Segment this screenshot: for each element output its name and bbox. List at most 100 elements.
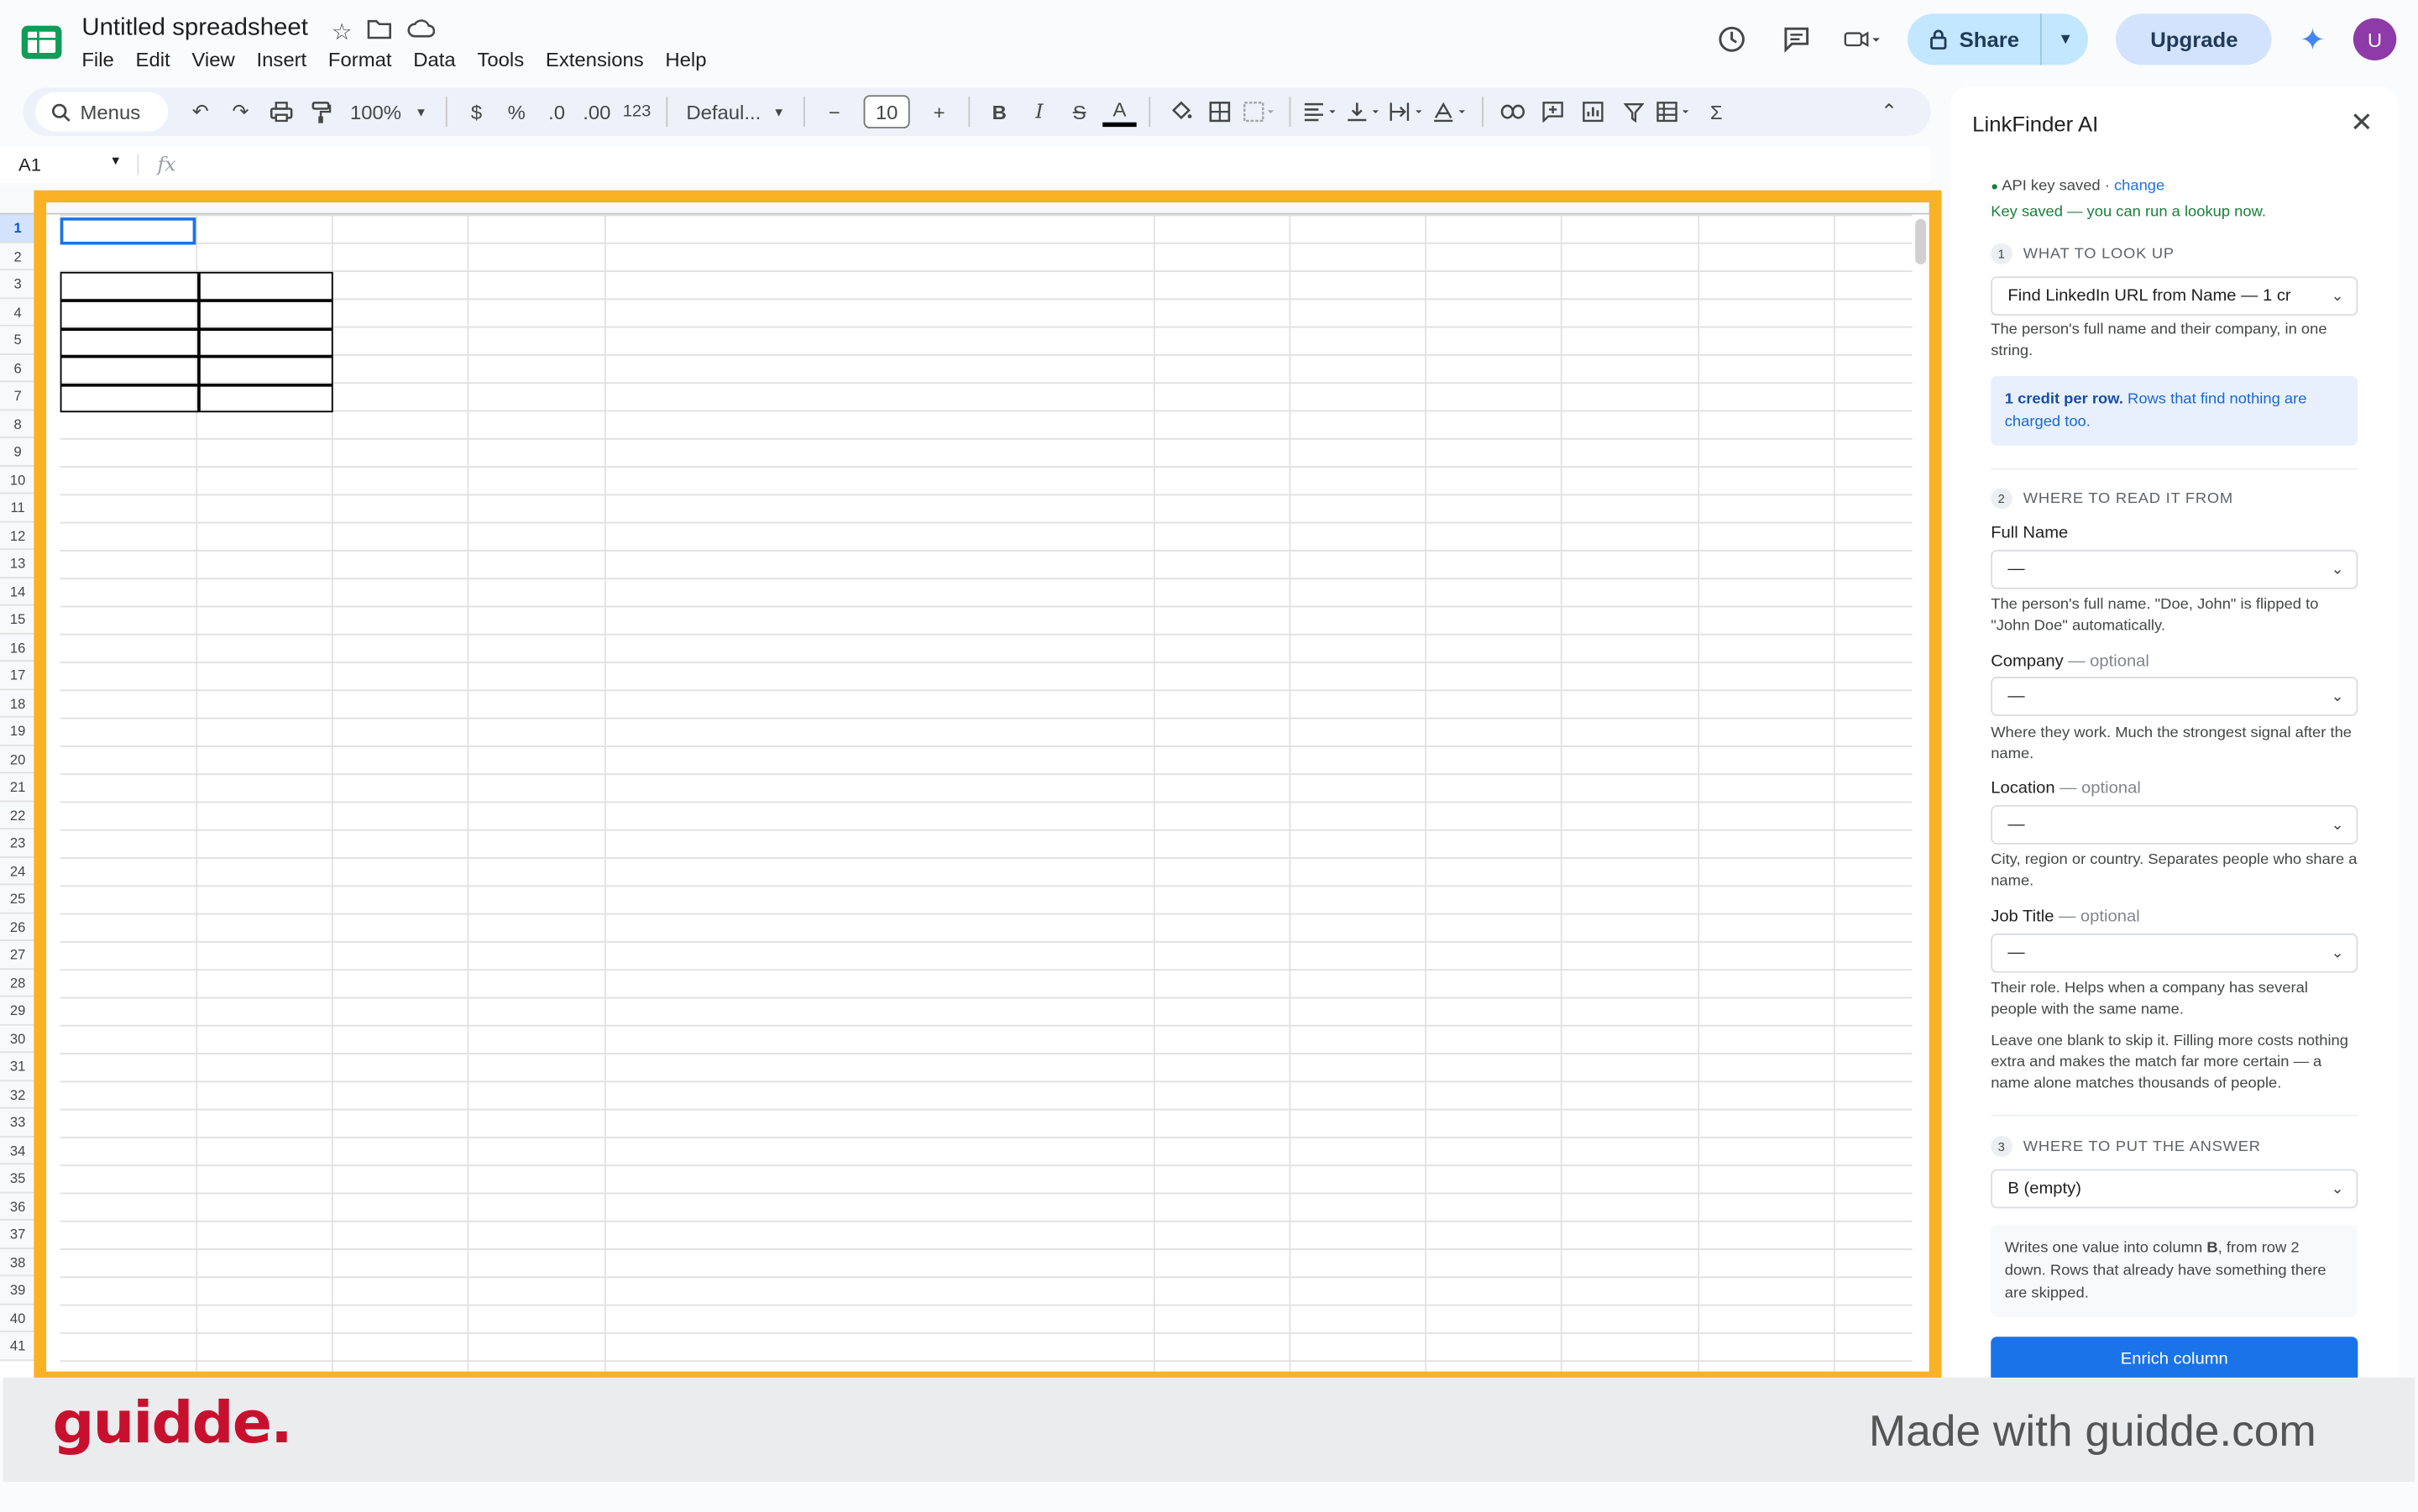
- full-name-select[interactable]: — ⌄: [1991, 549, 2358, 589]
- currency-format-button[interactable]: $: [459, 94, 493, 130]
- row-number[interactable]: 31: [0, 1053, 36, 1081]
- row-number[interactable]: 36: [0, 1192, 36, 1221]
- row-number[interactable]: 19: [0, 718, 36, 746]
- job-title-select[interactable]: — ⌄: [1991, 933, 2358, 973]
- enrich-column-button[interactable]: Enrich column: [1991, 1337, 2358, 1383]
- row-number[interactable]: 15: [0, 605, 36, 634]
- row-number[interactable]: 41: [0, 1332, 36, 1361]
- row-number[interactable]: 20: [0, 746, 36, 774]
- filter-icon[interactable]: [1616, 94, 1650, 130]
- output-column-select[interactable]: B (empty) ⌄: [1991, 1169, 2358, 1209]
- row-number[interactable]: 3: [0, 270, 36, 299]
- vertical-align-icon[interactable]: [1346, 94, 1383, 130]
- vertical-scrollbar[interactable]: [1915, 218, 1927, 264]
- selected-cell-a1[interactable]: [60, 217, 196, 245]
- row-number[interactable]: 18: [0, 689, 36, 718]
- close-icon[interactable]: ✕: [2350, 107, 2374, 139]
- increase-decimal-button[interactable]: .00: [580, 94, 614, 130]
- paint-format-icon[interactable]: [304, 94, 338, 130]
- company-select[interactable]: — ⌄: [1991, 677, 2358, 716]
- row-number[interactable]: 6: [0, 354, 36, 383]
- strikethrough-icon[interactable]: S: [1063, 94, 1096, 130]
- row-number[interactable]: 23: [0, 829, 36, 858]
- row-number[interactable]: 39: [0, 1276, 36, 1305]
- row-number[interactable]: 16: [0, 634, 36, 662]
- avatar[interactable]: U: [2353, 18, 2397, 60]
- menu-insert[interactable]: Insert: [256, 49, 306, 71]
- share-dropdown-icon[interactable]: ▼: [2043, 31, 2089, 48]
- version-history-icon[interactable]: [1713, 21, 1750, 57]
- document-title[interactable]: Untitled spreadsheet: [81, 15, 308, 42]
- row-number[interactable]: 24: [0, 857, 36, 886]
- text-wrapping-icon[interactable]: [1390, 94, 1426, 130]
- upgrade-button[interactable]: Upgrade: [2116, 13, 2272, 65]
- functions-icon[interactable]: Σ: [1699, 94, 1733, 130]
- star-icon[interactable]: ☆: [332, 18, 353, 45]
- zoom-select[interactable]: 100% ▼: [344, 94, 434, 130]
- row-number[interactable]: 34: [0, 1137, 36, 1165]
- row-number[interactable]: 35: [0, 1164, 36, 1193]
- row-number[interactable]: 29: [0, 997, 36, 1025]
- fill-color-icon[interactable]: [1163, 94, 1196, 130]
- more-formats-button[interactable]: 123: [620, 94, 653, 130]
- insert-link-icon[interactable]: [1496, 94, 1530, 130]
- row-number[interactable]: 22: [0, 801, 36, 829]
- row-number[interactable]: 28: [0, 969, 36, 997]
- decrease-font-size-icon[interactable]: −: [817, 94, 850, 130]
- gemini-icon[interactable]: ✦: [2300, 20, 2326, 58]
- merge-cells-icon[interactable]: [1243, 94, 1276, 130]
- row-number[interactable]: 7: [0, 382, 36, 411]
- insert-comment-icon[interactable]: [1536, 94, 1569, 130]
- insert-chart-icon[interactable]: [1576, 94, 1609, 130]
- collapse-toolbar-icon[interactable]: ⌃: [1872, 94, 1906, 130]
- redo-icon[interactable]: ↷: [223, 94, 257, 130]
- row-number[interactable]: 13: [0, 550, 36, 578]
- menus-search[interactable]: Menus: [35, 92, 169, 132]
- italic-button[interactable]: I: [1023, 94, 1056, 130]
- row-number[interactable]: 9: [0, 438, 36, 467]
- row-number[interactable]: 14: [0, 578, 36, 606]
- name-box[interactable]: A1 ▼: [0, 154, 139, 175]
- decrease-decimal-button[interactable]: .0: [540, 94, 573, 130]
- cell-area[interactable]: [60, 214, 1913, 1381]
- menu-file[interactable]: File: [81, 49, 113, 71]
- row-number[interactable]: 8: [0, 410, 36, 438]
- menu-help[interactable]: Help: [665, 49, 706, 71]
- menu-view[interactable]: View: [191, 49, 234, 71]
- menu-data[interactable]: Data: [413, 49, 455, 71]
- row-number[interactable]: 12: [0, 522, 36, 550]
- print-icon[interactable]: [264, 94, 297, 130]
- font-size-input[interactable]: 10: [863, 95, 910, 128]
- row-number[interactable]: 1: [0, 214, 36, 243]
- text-rotation-icon[interactable]: [1432, 94, 1469, 130]
- undo-icon[interactable]: ↶: [184, 94, 217, 130]
- row-number[interactable]: 30: [0, 1025, 36, 1054]
- borders-icon[interactable]: [1203, 94, 1237, 130]
- sheets-logo-icon[interactable]: [20, 21, 63, 63]
- menu-format[interactable]: Format: [328, 49, 392, 71]
- cloud-status-icon[interactable]: [408, 18, 437, 45]
- row-number[interactable]: 37: [0, 1221, 36, 1249]
- text-color-button[interactable]: A: [1102, 97, 1137, 128]
- menu-extensions[interactable]: Extensions: [546, 49, 644, 71]
- row-number[interactable]: 38: [0, 1248, 36, 1277]
- row-number[interactable]: 26: [0, 913, 36, 941]
- row-number[interactable]: 11: [0, 494, 36, 522]
- move-folder-icon[interactable]: [368, 18, 392, 45]
- row-number[interactable]: 21: [0, 773, 36, 802]
- font-select[interactable]: Defaul... ▼: [680, 94, 791, 130]
- lookup-type-select[interactable]: Find LinkedIn URL from Name — 1 cr ⌄: [1991, 276, 2358, 317]
- row-number[interactable]: 27: [0, 941, 36, 970]
- comments-icon[interactable]: [1777, 21, 1814, 57]
- row-number[interactable]: 2: [0, 243, 36, 271]
- row-number[interactable]: 33: [0, 1109, 36, 1137]
- meet-icon[interactable]: [1842, 21, 1880, 57]
- row-number[interactable]: 5: [0, 327, 36, 354]
- table-view-icon[interactable]: [1656, 94, 1693, 130]
- row-number[interactable]: 10: [0, 466, 36, 494]
- bordered-range[interactable]: [60, 271, 333, 413]
- row-headers[interactable]: 1 2 3 4 5 6 7 8 9 10 11 12 13 14 15 16 17 18 19 20 21 22 23 24 2…: [0, 214, 38, 1361]
- menu-tools[interactable]: Tools: [477, 49, 524, 71]
- row-number[interactable]: 25: [0, 885, 36, 913]
- row-number[interactable]: 40: [0, 1305, 36, 1332]
